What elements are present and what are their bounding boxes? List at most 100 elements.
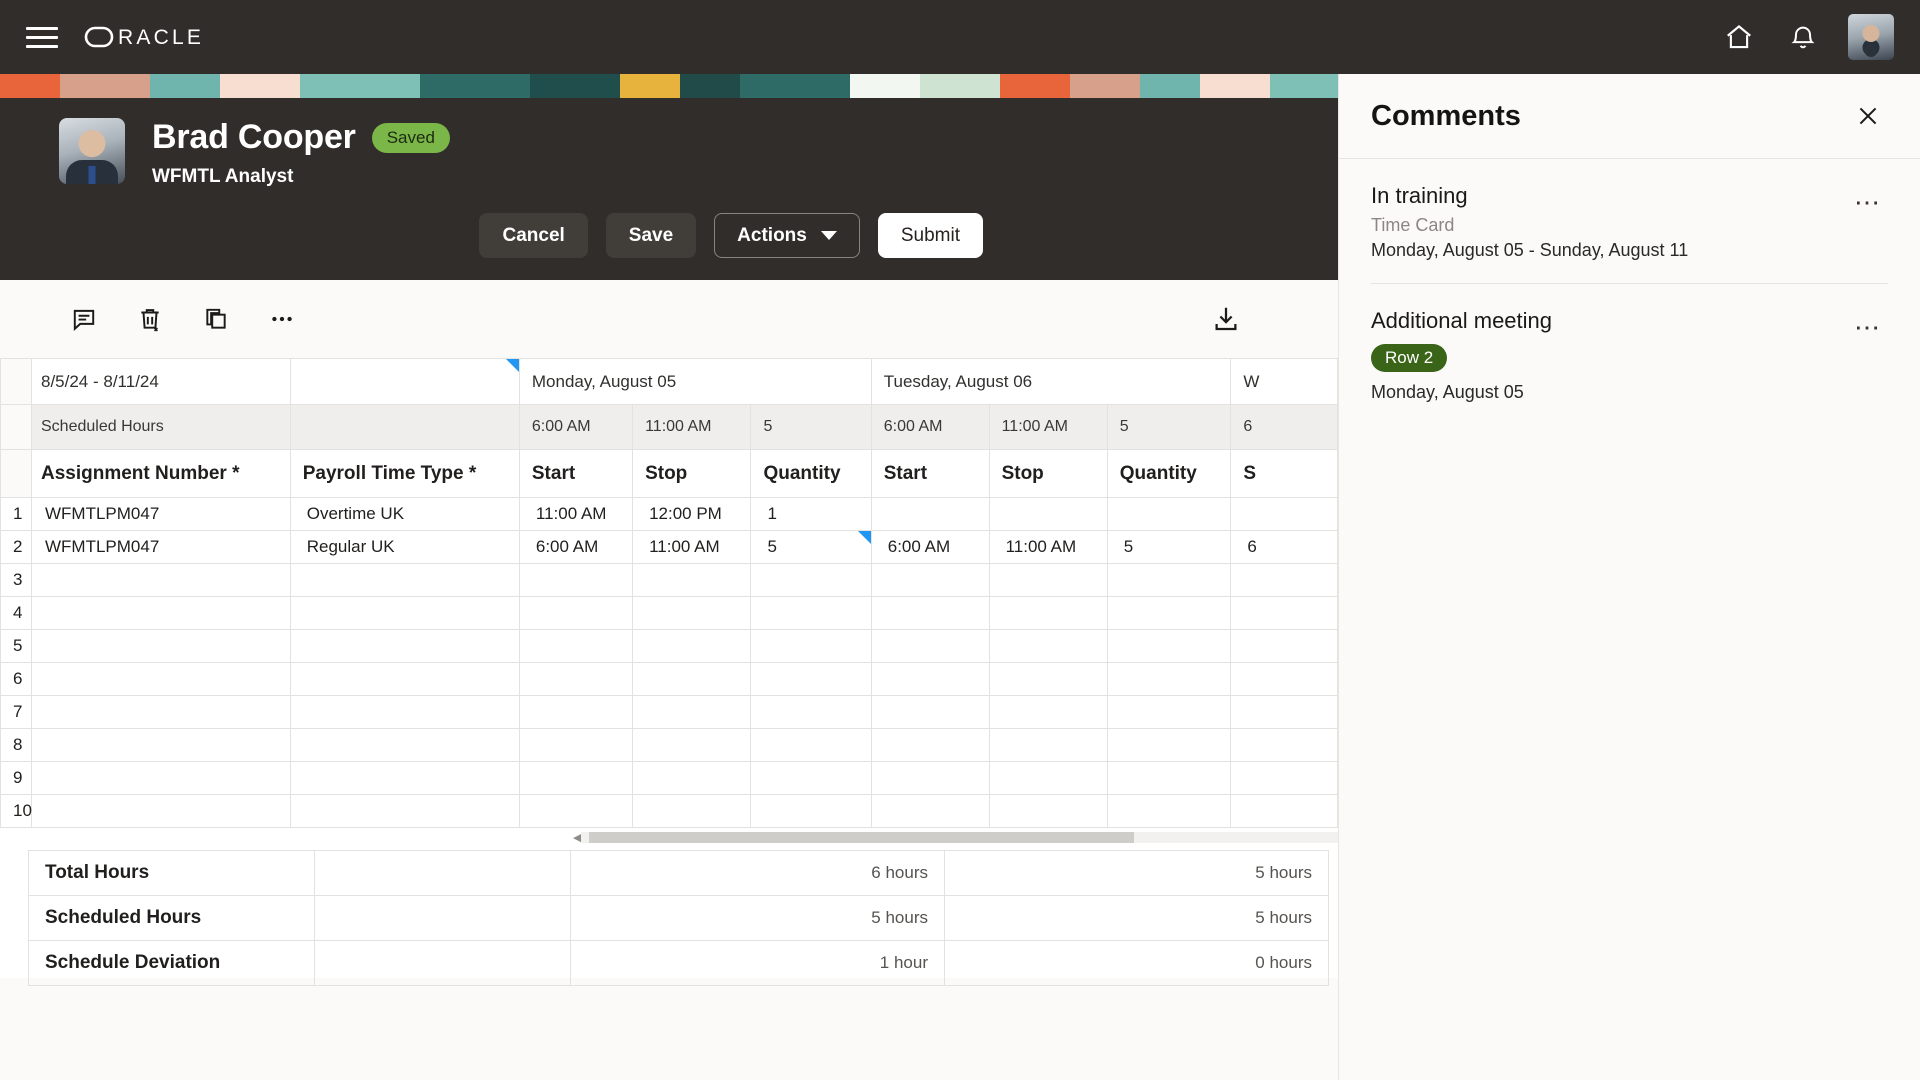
empty-cell[interactable] (29, 795, 291, 828)
row-number[interactable]: 4 (1, 597, 32, 630)
empty-cell[interactable] (633, 663, 751, 696)
empty-cell[interactable] (1107, 696, 1231, 729)
cell-mon-quantity[interactable]: 1 (751, 498, 871, 531)
empty-cell[interactable] (1107, 597, 1231, 630)
row-number[interactable]: 7 (1, 696, 32, 729)
table-row[interactable] (29, 762, 1338, 795)
row-number[interactable]: 8 (1, 729, 32, 762)
cell-payroll-time-type[interactable]: Regular UK (290, 531, 519, 564)
empty-cell[interactable] (633, 696, 751, 729)
empty-cell[interactable] (290, 663, 519, 696)
scrollbar-thumb[interactable] (589, 832, 1134, 843)
duplicate-row-icon[interactable] (194, 297, 238, 341)
grid-scroll-area[interactable]: 8/5/24 - 8/11/24 Monday, August 05 Tuesd… (28, 358, 1338, 828)
empty-cell[interactable] (989, 729, 1107, 762)
table-row[interactable]: WFMTLPM047 Overtime UK 11:00 AM 12:00 PM… (29, 498, 1338, 531)
horizontal-scrollbar[interactable]: ◀ (28, 828, 1338, 846)
table-row[interactable] (29, 729, 1338, 762)
col-header-mon-start[interactable]: Start (519, 450, 632, 498)
download-icon[interactable] (1204, 297, 1248, 341)
oracle-logo[interactable]: RACLE (84, 23, 232, 51)
empty-cell[interactable] (29, 696, 291, 729)
empty-cell[interactable] (1231, 564, 1338, 597)
period-comment-marker-cell[interactable] (290, 359, 519, 405)
col-header-tue-stop[interactable]: Stop (989, 450, 1107, 498)
row-number[interactable]: 5 (1, 630, 32, 663)
empty-cell[interactable] (519, 729, 632, 762)
empty-cell[interactable] (29, 630, 291, 663)
cell-tue-quantity[interactable] (1107, 498, 1231, 531)
cell-mon-stop[interactable]: 11:00 AM (633, 531, 751, 564)
table-row[interactable] (29, 696, 1338, 729)
empty-cell[interactable] (871, 564, 989, 597)
cell-assignment-number[interactable]: WFMTLPM047 (29, 498, 291, 531)
empty-cell[interactable] (989, 630, 1107, 663)
col-header-tue-start[interactable]: Start (871, 450, 989, 498)
table-row[interactable] (29, 663, 1338, 696)
empty-cell[interactable] (871, 597, 989, 630)
cell-tue-quantity[interactable]: 5 (1107, 531, 1231, 564)
comment-icon[interactable] (62, 297, 106, 341)
empty-cell[interactable] (989, 597, 1107, 630)
empty-cell[interactable] (989, 795, 1107, 828)
empty-cell[interactable] (751, 597, 871, 630)
list-item[interactable]: In training Time Card Monday, August 05 … (1371, 159, 1888, 284)
empty-cell[interactable] (633, 762, 751, 795)
empty-cell[interactable] (751, 795, 871, 828)
cell-tue-start[interactable] (871, 498, 989, 531)
empty-cell[interactable] (751, 564, 871, 597)
table-row[interactable]: WFMTLPM047 Regular UK 6:00 AM 11:00 AM 5… (29, 531, 1338, 564)
table-row[interactable] (29, 795, 1338, 828)
empty-cell[interactable] (1231, 597, 1338, 630)
empty-cell[interactable] (871, 663, 989, 696)
empty-cell[interactable] (871, 630, 989, 663)
hamburger-menu-icon[interactable] (22, 17, 62, 57)
empty-cell[interactable] (751, 762, 871, 795)
empty-cell[interactable] (519, 597, 632, 630)
empty-cell[interactable] (29, 663, 291, 696)
empty-cell[interactable] (29, 564, 291, 597)
col-header-assignment-number[interactable]: Assignment Number * (29, 450, 291, 498)
empty-cell[interactable] (29, 762, 291, 795)
actions-menu-button[interactable]: Actions (714, 213, 860, 258)
empty-cell[interactable] (633, 597, 751, 630)
cell-mon-start[interactable]: 11:00 AM (519, 498, 632, 531)
close-icon[interactable] (1848, 96, 1888, 136)
empty-cell[interactable] (290, 564, 519, 597)
submit-button[interactable]: Submit (878, 213, 983, 258)
empty-cell[interactable] (871, 795, 989, 828)
cell-mon-stop[interactable]: 12:00 PM (633, 498, 751, 531)
table-row[interactable] (29, 564, 1338, 597)
cell-assignment-number[interactable]: WFMTLPM047 (29, 531, 291, 564)
avatar[interactable] (1848, 14, 1894, 60)
empty-cell[interactable] (290, 630, 519, 663)
empty-cell[interactable] (1107, 630, 1231, 663)
empty-cell[interactable] (29, 597, 291, 630)
empty-cell[interactable] (871, 762, 989, 795)
empty-cell[interactable] (633, 729, 751, 762)
row-number[interactable]: 2 (1, 531, 32, 564)
empty-cell[interactable] (519, 564, 632, 597)
empty-cell[interactable] (633, 795, 751, 828)
empty-cell[interactable] (751, 696, 871, 729)
empty-cell[interactable] (1231, 762, 1338, 795)
row-number[interactable]: 9 (1, 762, 32, 795)
col-header-wed-start[interactable]: S (1231, 450, 1338, 498)
row-number[interactable]: 1 (1, 498, 32, 531)
cell-payroll-time-type[interactable]: Overtime UK (290, 498, 519, 531)
col-header-tue-quantity[interactable]: Quantity (1107, 450, 1231, 498)
cancel-button[interactable]: Cancel (479, 213, 587, 258)
empty-cell[interactable] (1231, 795, 1338, 828)
save-button[interactable]: Save (606, 213, 696, 258)
cell-tue-stop[interactable] (989, 498, 1107, 531)
empty-cell[interactable] (1231, 663, 1338, 696)
empty-cell[interactable] (290, 696, 519, 729)
empty-cell[interactable] (751, 729, 871, 762)
empty-cell[interactable] (989, 696, 1107, 729)
table-row[interactable] (29, 597, 1338, 630)
empty-cell[interactable] (633, 564, 751, 597)
empty-cell[interactable] (751, 630, 871, 663)
cell-wed-start[interactable]: 6 (1231, 531, 1338, 564)
list-item[interactable]: Additional meeting Row 2 Monday, August … (1371, 284, 1888, 425)
empty-cell[interactable] (989, 564, 1107, 597)
